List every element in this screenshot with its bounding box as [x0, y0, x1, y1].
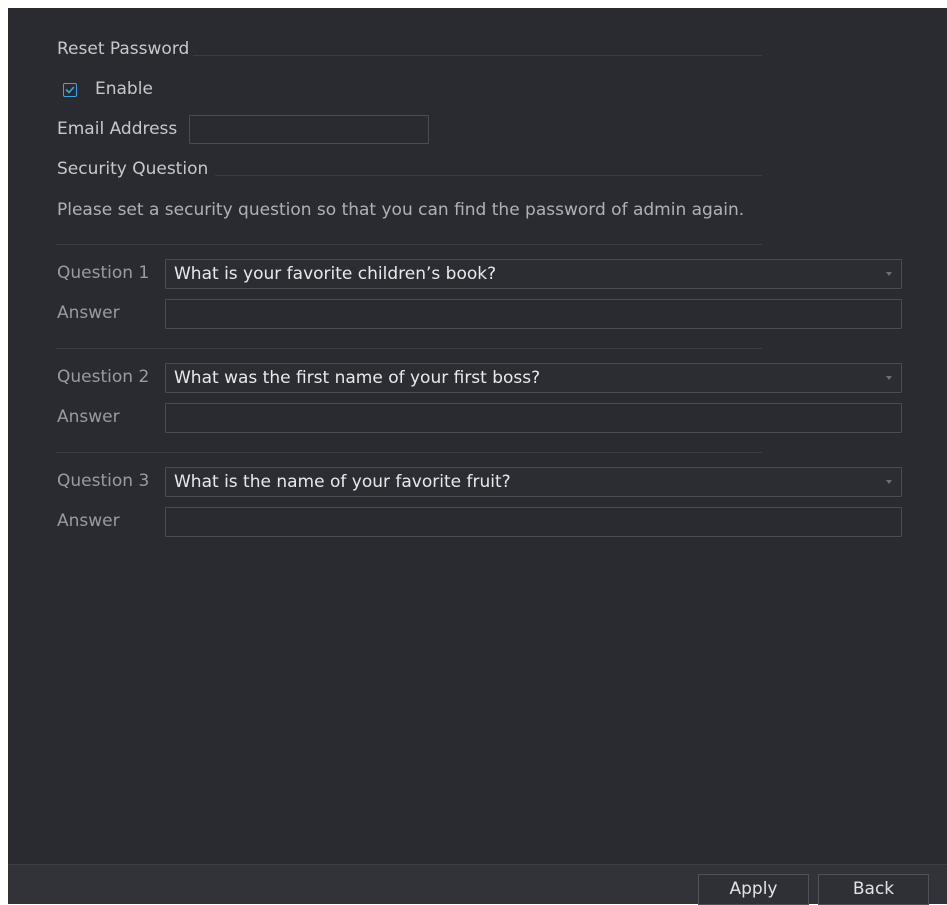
section-divider [215, 175, 762, 176]
question-2-label: Question 2 [57, 367, 150, 387]
answer-2-input[interactable] [165, 403, 902, 433]
answer-1-input[interactable] [165, 299, 902, 329]
dropdown-arrow-icon [886, 272, 892, 276]
dropdown-arrow-icon [886, 376, 892, 380]
answer-2-label: Answer [57, 407, 120, 427]
answer-1-label: Answer [57, 303, 120, 323]
dropdown-arrow-icon [886, 480, 892, 484]
bottom-action-bar: Apply Back [8, 864, 947, 905]
security-question-info: Please set a security question so that y… [57, 200, 745, 220]
enable-label: Enable [95, 79, 153, 99]
question-1-select[interactable]: What is your favorite children’s book? [165, 259, 902, 289]
reset-password-title: Reset Password [57, 39, 190, 59]
enable-checkbox[interactable] [63, 83, 77, 97]
back-button[interactable]: Back [818, 874, 929, 905]
question-1-label: Question 1 [57, 263, 150, 283]
question-3-select[interactable]: What is the name of your favorite fruit? [165, 467, 902, 497]
section-divider [193, 55, 762, 56]
checkmark-icon [65, 86, 75, 94]
separator [56, 348, 762, 349]
email-address-label: Email Address [57, 119, 178, 139]
question-1-value: What is your favorite children’s book? [174, 264, 497, 284]
apply-button[interactable]: Apply [698, 874, 809, 905]
question-2-value: What was the first name of your first bo… [174, 368, 541, 388]
email-address-input[interactable] [189, 115, 429, 144]
answer-3-label: Answer [57, 511, 120, 531]
question-3-value: What is the name of your favorite fruit? [174, 472, 511, 492]
question-3-label: Question 3 [57, 471, 150, 491]
security-question-title: Security Question [57, 159, 209, 179]
question-2-select[interactable]: What was the first name of your first bo… [165, 363, 902, 393]
separator [56, 244, 762, 245]
answer-3-input[interactable] [165, 507, 902, 537]
reset-password-panel: Reset Password Enable Email Address Secu… [8, 8, 947, 905]
separator [56, 452, 762, 453]
